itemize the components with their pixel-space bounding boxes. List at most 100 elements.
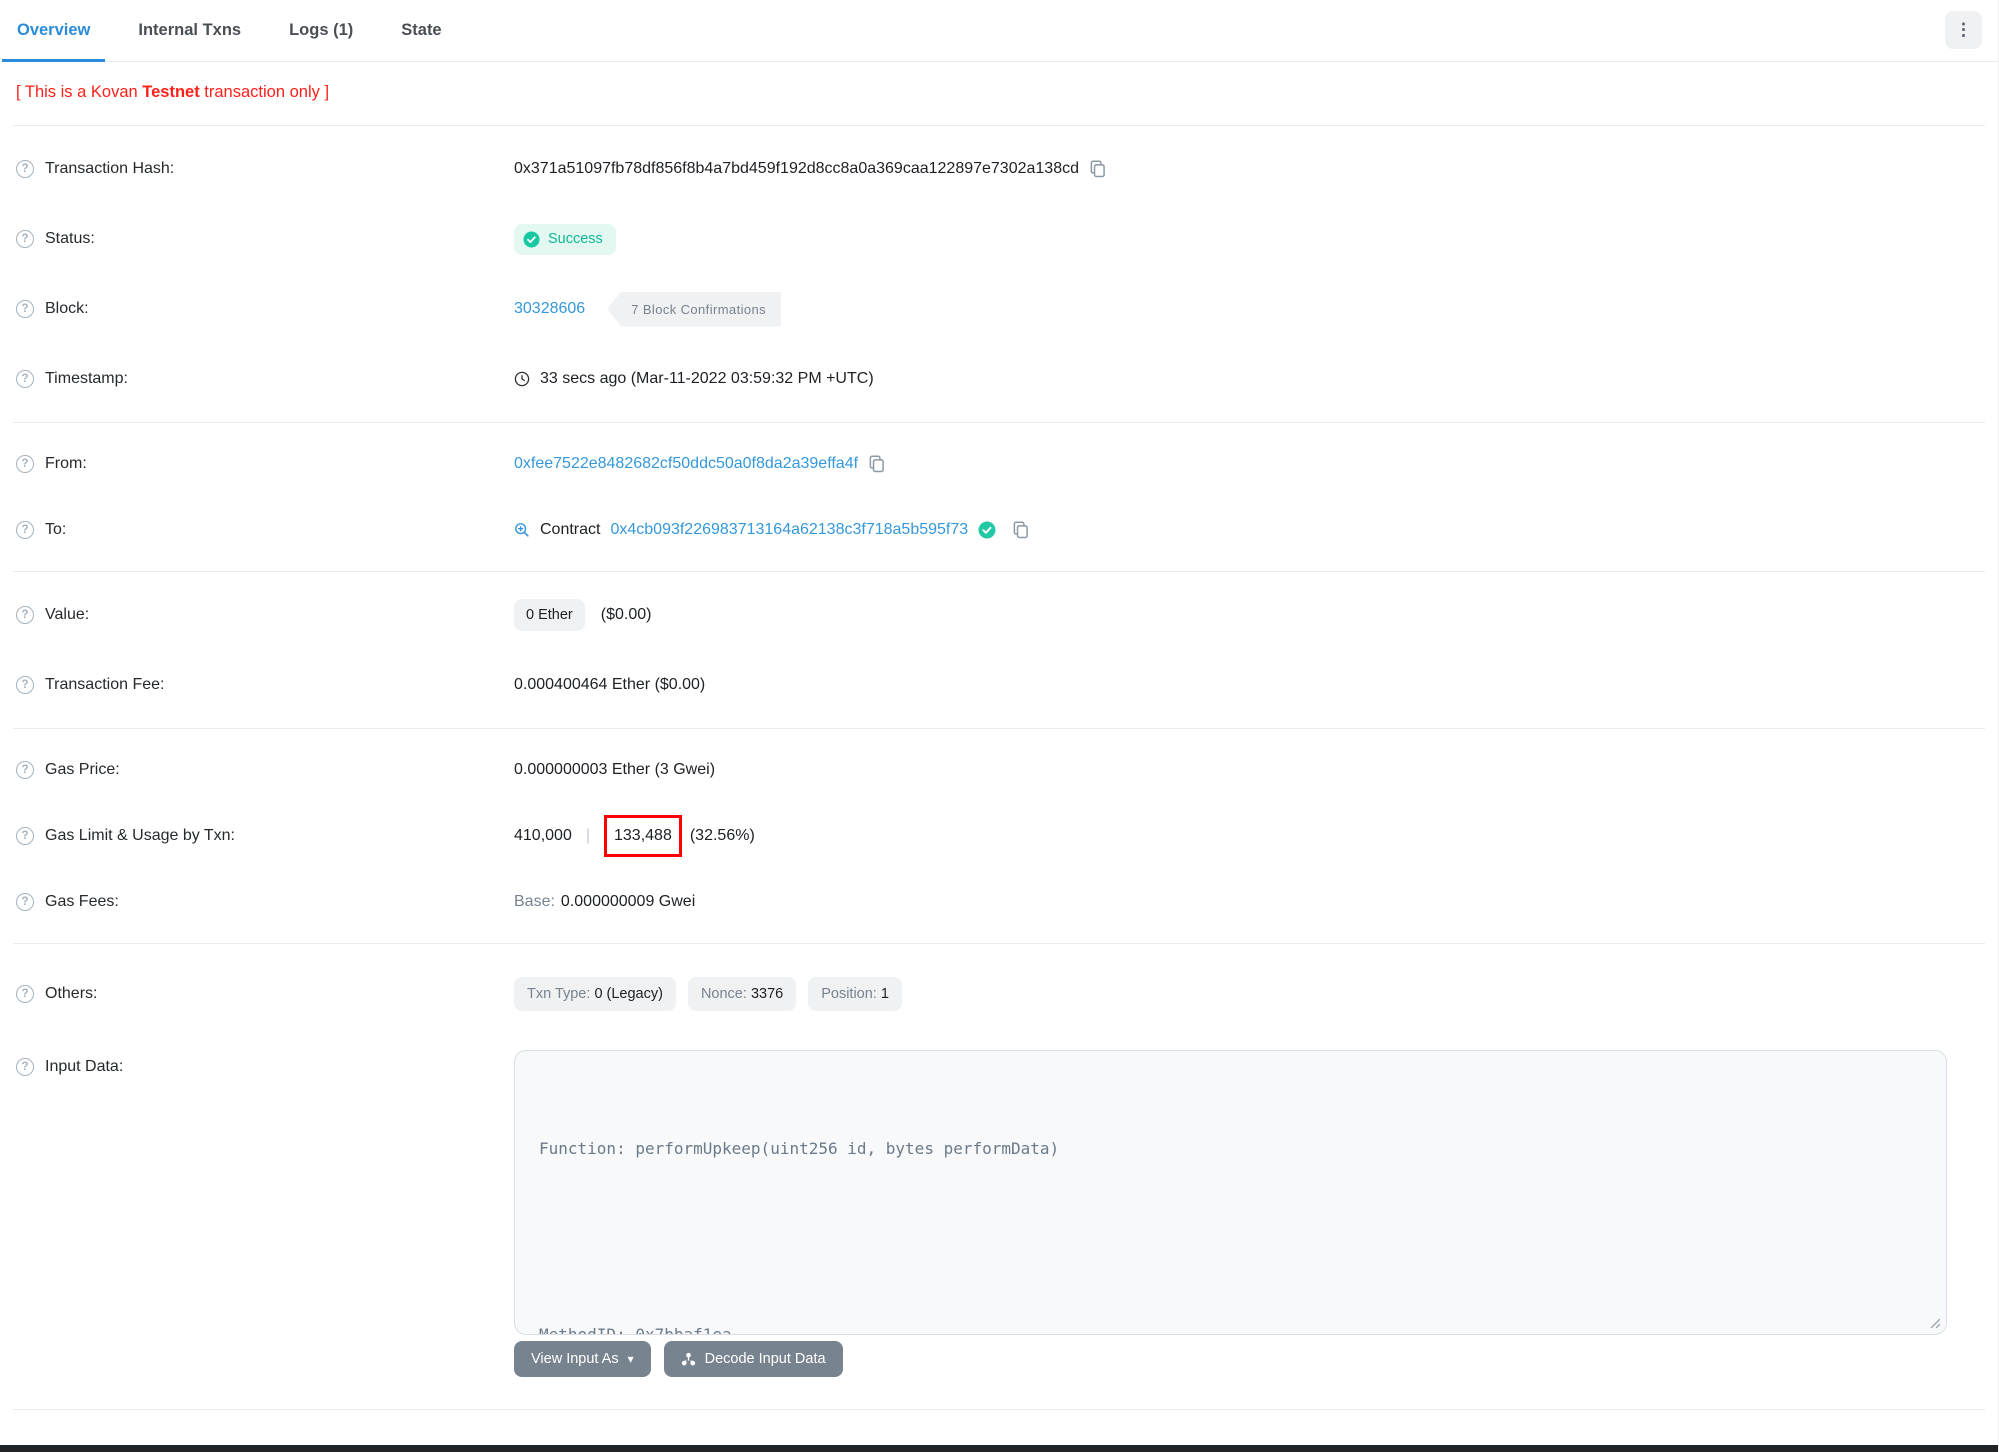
others-label: Others: <box>45 985 98 1002</box>
input-data-actions: View Input As ▾ Decode Input Data <box>0 1335 1998 1401</box>
decode-input-data-label: Decode Input Data <box>704 1351 826 1367</box>
row-timestamp: ? Timestamp: 33 secs ago (Mar-11-2022 03… <box>0 344 1998 414</box>
from-label: From: <box>45 455 87 472</box>
input-data-method-line: MethodID: 0x7bbaf1ea <box>539 1325 732 1335</box>
gas-fees-base-value: 0.000000009 Gwei <box>560 893 696 910</box>
help-icon[interactable]: ? <box>16 676 34 694</box>
gas-usage-percent: (32.56%) <box>689 827 755 844</box>
help-icon[interactable]: ? <box>16 985 34 1003</box>
copy-icon-svg <box>1090 160 1105 178</box>
tab-logs[interactable]: Logs (1) <box>274 0 368 61</box>
input-data-label: Input Data: <box>45 1058 124 1075</box>
value-ether-badge: 0 Ether <box>514 599 585 631</box>
help-icon[interactable]: ? <box>16 1058 34 1076</box>
more-options-button[interactable]: ⋮ <box>1945 11 1982 49</box>
caret-down-icon: ▾ <box>627 1352 634 1366</box>
transaction-hash-label: Transaction Hash: <box>45 160 175 177</box>
gas-fees-base-label: Base: <box>514 893 555 910</box>
row-status: ? Status: Success <box>0 204 1998 274</box>
tab-overview[interactable]: Overview <box>2 0 106 62</box>
decode-icon <box>681 1352 695 1365</box>
notice-bold: Testnet <box>142 83 200 101</box>
row-gas-price: ? Gas Price: 0.000000003 Ether (3 Gwei) <box>0 737 1998 803</box>
help-icon[interactable]: ? <box>16 230 34 248</box>
gas-fees-label: Gas Fees: <box>45 893 119 910</box>
value-label: Value: <box>45 606 90 623</box>
status-value: Success <box>548 231 603 247</box>
status-badge: Success <box>514 223 616 255</box>
copy-icon[interactable] <box>1089 160 1106 178</box>
input-data-textarea[interactable]: Function: performUpkeep(uint256 id, byte… <box>514 1050 1947 1335</box>
section-others-input: ? Others: Txn Type: 0 (Legacy) Nonce: 33… <box>0 944 1998 1409</box>
help-icon[interactable]: ? <box>16 893 34 911</box>
copy-icon[interactable] <box>1012 521 1029 539</box>
gas-usage-value: 133,488 <box>614 827 672 844</box>
input-data-blank-line <box>539 1226 1922 1257</box>
help-icon[interactable]: ? <box>16 370 34 388</box>
help-icon[interactable]: ? <box>16 761 34 779</box>
to-label: To: <box>45 521 67 538</box>
nonce-value: 3376 <box>750 986 784 1002</box>
gas-limit-usage-label: Gas Limit & Usage by Txn: <box>45 827 235 844</box>
success-check-icon <box>523 231 540 247</box>
row-to: ? To: Contract 0x4cb093f226983713164a621… <box>0 497 1998 563</box>
row-input-data: ? Input Data: Function: performUpkeep(ui… <box>0 1036 1998 1335</box>
bottom-edge-bar <box>0 1445 1998 1452</box>
row-value: ? Value: 0 Ether ($0.00) <box>0 580 1998 650</box>
block-number-link[interactable]: 30328606 <box>514 300 585 318</box>
transaction-details-page: Overview Internal Txns Logs (1) State ⋮ … <box>0 0 1999 1452</box>
copy-icon-svg <box>869 455 884 473</box>
block-label: Block: <box>45 300 89 317</box>
to-contract-prefix: Contract <box>540 521 601 538</box>
transaction-fee-value: 0.000400464 Ether ($0.00) <box>514 676 706 693</box>
notice-suffix: transaction only ] <box>199 83 330 101</box>
notice-prefix: [ This is a Kovan <box>16 83 143 101</box>
txn-type-badge: Txn Type: 0 (Legacy) <box>514 977 676 1011</box>
decode-input-data-button[interactable]: Decode Input Data <box>663 1341 843 1377</box>
magnifier-plus-icon[interactable] <box>514 522 530 538</box>
tab-internal-txns[interactable]: Internal Txns <box>123 0 256 61</box>
help-icon[interactable]: ? <box>16 606 34 624</box>
block-confirmations-badge: 7 Block Confirmations <box>607 291 782 327</box>
nonce-badge: Nonce: 3376 <box>687 977 797 1011</box>
resize-handle-icon[interactable] <box>1927 1315 1941 1329</box>
position-value: 1 <box>880 986 889 1002</box>
row-transaction-fee: ? Transaction Fee: 0.000400464 Ether ($0… <box>0 650 1998 720</box>
copy-icon[interactable] <box>868 455 885 473</box>
view-input-as-label: View Input As <box>531 1351 619 1367</box>
section-gas: ? Gas Price: 0.000000003 Ether (3 Gwei) … <box>0 729 1998 943</box>
nonce-key: Nonce: <box>700 986 751 1002</box>
row-gas-fees: ? Gas Fees: Base: 0.000000009 Gwei <box>0 869 1998 935</box>
clock-icon <box>514 371 530 387</box>
txn-type-value: 0 (Legacy) <box>594 986 663 1002</box>
gas-separator: | <box>585 827 590 844</box>
position-key: Position: <box>821 986 881 1002</box>
section-parties: ? From: 0xfee7522e8482682cf50ddc50a0f8da… <box>0 423 1998 571</box>
input-data-function-line: Function: performUpkeep(uint256 id, byte… <box>539 1139 1060 1158</box>
tab-bar: Overview Internal Txns Logs (1) State ⋮ <box>0 0 1998 62</box>
row-from: ? From: 0xfee7522e8482682cf50ddc50a0f8da… <box>0 431 1998 497</box>
gas-usage-annotation-box: 133,488 <box>604 815 682 857</box>
gas-limit-value: 410,000 <box>514 827 572 844</box>
from-address-link[interactable]: 0xfee7522e8482682cf50ddc50a0f8da2a39effa… <box>514 455 858 473</box>
input-data-content: Function: performUpkeep(uint256 id, byte… <box>539 1071 1922 1335</box>
copy-icon-svg <box>1013 521 1028 539</box>
help-icon[interactable]: ? <box>16 455 34 473</box>
help-icon[interactable]: ? <box>16 827 34 845</box>
help-icon[interactable]: ? <box>16 521 34 539</box>
help-icon[interactable]: ? <box>16 300 34 318</box>
row-others: ? Others: Txn Type: 0 (Legacy) Nonce: 33… <box>0 952 1998 1036</box>
to-address-link[interactable]: 0x4cb093f226983713164a62138c3f718a5b595f… <box>610 521 968 539</box>
verified-check-icon <box>978 521 996 539</box>
txn-type-key: Txn Type: <box>527 986 595 1002</box>
tab-state[interactable]: State <box>386 0 456 61</box>
view-input-as-button[interactable]: View Input As ▾ <box>514 1341 651 1377</box>
transaction-hash-value: 0x371a51097fb78df856f8b4a7bd459f192d8cc8… <box>514 160 1079 177</box>
timestamp-value: 33 secs ago (Mar-11-2022 03:59:32 PM +UT… <box>540 370 874 387</box>
value-usd: ($0.00) <box>600 606 652 623</box>
testnet-notice: [ This is a Kovan Testnet transaction on… <box>0 62 1998 125</box>
help-icon[interactable]: ? <box>16 160 34 178</box>
bottom-spacer <box>0 1410 1998 1426</box>
transaction-hash-label-group: ? Transaction Hash: <box>16 160 514 178</box>
gas-price-value: 0.000000003 Ether (3 Gwei) <box>514 761 716 778</box>
